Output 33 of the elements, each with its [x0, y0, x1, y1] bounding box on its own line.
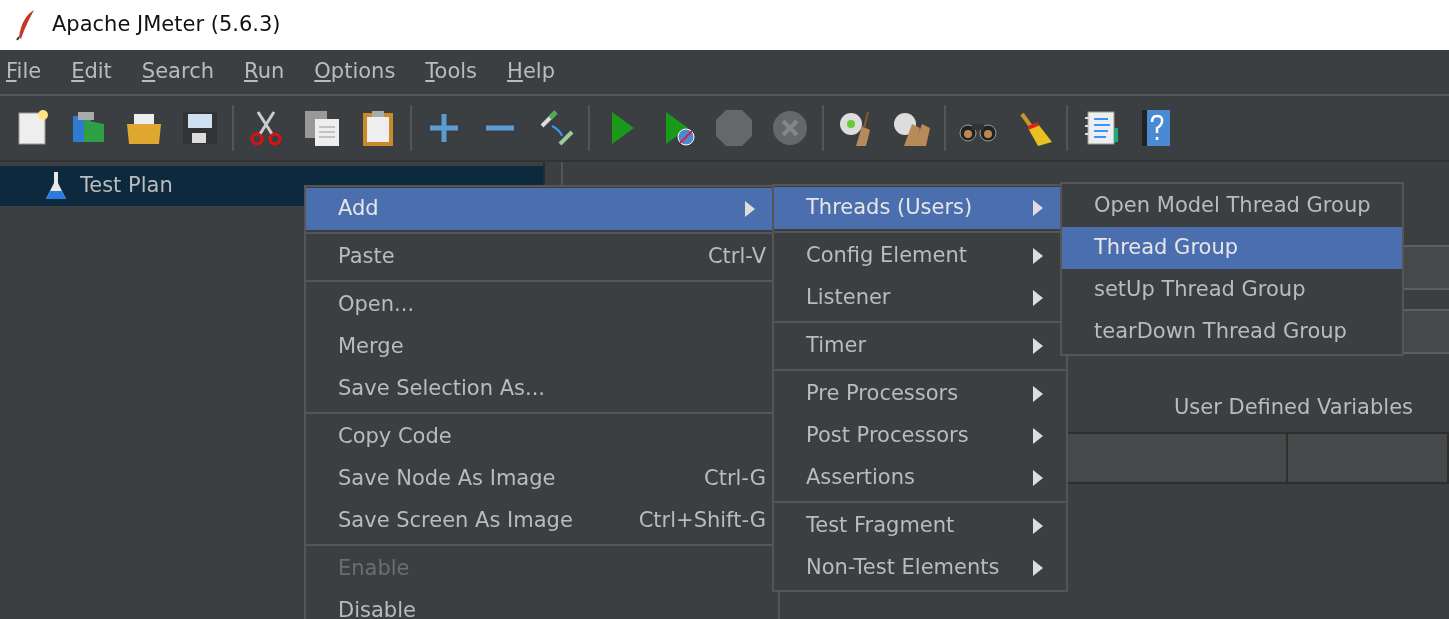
menu-item[interactable]: Edit — [71, 56, 112, 88]
submenu-arrow-icon — [744, 200, 756, 218]
submenu-arrow-icon — [1032, 469, 1044, 487]
shortcut-label: Ctrl+Shift-G — [638, 507, 766, 535]
menu-item[interactable]: Help — [507, 56, 555, 88]
menu-item[interactable]: Search — [141, 56, 214, 88]
submenu-arrow-icon — [1032, 247, 1044, 265]
submenu-arrow-icon — [1032, 517, 1044, 535]
copy-icon[interactable] — [302, 108, 342, 148]
section-title: User Defined Variables — [1173, 394, 1413, 421]
submenu-arrow-icon — [1032, 337, 1044, 355]
submenu-arrow-icon — [1032, 385, 1044, 403]
menu-item[interactable]: Pre Processors — [774, 373, 1066, 415]
submenu-arrow-icon — [1032, 559, 1044, 577]
menu-item[interactable]: Disable — [306, 590, 778, 619]
menu-item[interactable]: File — [6, 56, 42, 88]
menu-item[interactable]: Options — [314, 56, 396, 88]
submenu-arrow-icon — [1032, 427, 1044, 445]
submenu-arrow-icon — [1032, 289, 1044, 307]
menu-item[interactable]: Run — [244, 56, 285, 88]
window-title: Apache JMeter (5.6.3) — [52, 11, 281, 39]
tree-item-label: Test Plan — [80, 172, 173, 200]
menu-item[interactable]: Thread Group — [1062, 227, 1402, 269]
menu-item[interactable]: Post Processors — [774, 415, 1066, 457]
menu-item[interactable]: Assertions — [774, 457, 1066, 499]
menu-item[interactable]: Test Fragment — [774, 505, 1066, 547]
flask-icon — [44, 171, 68, 201]
menu-item[interactable]: Tools — [425, 56, 478, 88]
feather-icon — [16, 9, 36, 41]
shortcut-label: Ctrl-V — [707, 243, 766, 271]
menu-item[interactable]: Non-Test Elements — [774, 547, 1066, 589]
submenu-arrow-icon — [1032, 199, 1044, 217]
shortcut-label: Ctrl-G — [704, 465, 766, 493]
